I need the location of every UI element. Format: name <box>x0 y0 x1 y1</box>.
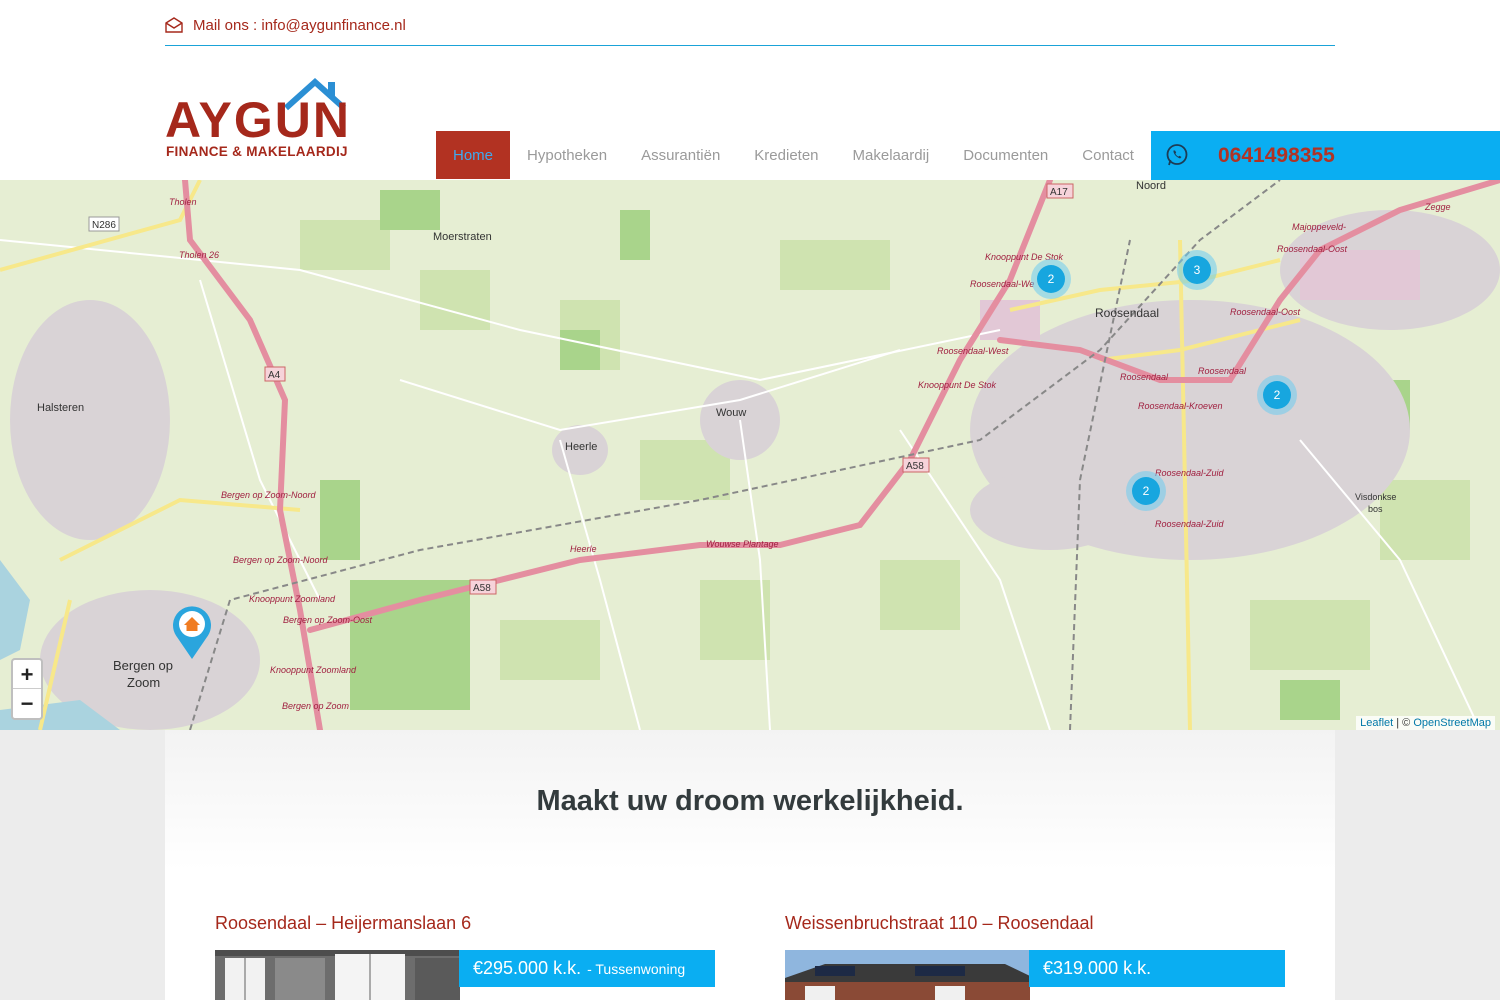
svg-text:Halsteren: Halsteren <box>37 402 84 414</box>
mail-link[interactable]: Mail ons : info@aygunfinance.nl <box>165 10 406 40</box>
nav-home[interactable]: Home <box>436 131 511 179</box>
cluster-count: 3 <box>1183 256 1211 284</box>
zoom-in-button[interactable]: + <box>13 660 41 689</box>
marker-cluster[interactable]: 2 <box>1257 375 1297 415</box>
logo-sub-text: FINANCE & MAKELAARDIJ <box>166 144 348 159</box>
svg-text:Tholen: Tholen <box>169 197 197 207</box>
listing-price-tag: €319.000 k.k. <box>1029 950 1285 987</box>
svg-text:Roosendaal-Kroeven: Roosendaal-Kroeven <box>1138 401 1223 411</box>
cluster-count: 2 <box>1263 381 1291 409</box>
svg-text:Roosendaal: Roosendaal <box>1095 306 1159 320</box>
svg-text:Noord: Noord <box>1136 180 1166 192</box>
nav-hypotheken[interactable]: Hypotheken <box>510 131 624 179</box>
svg-text:Bergen op Zoom: Bergen op Zoom <box>282 701 350 711</box>
svg-text:Roosendaal: Roosendaal <box>1120 372 1169 382</box>
map-zoom-control: + − <box>11 658 43 720</box>
svg-text:Bergen op Zoom-Noord: Bergen op Zoom-Noord <box>233 555 329 565</box>
listing-card[interactable]: Roosendaal – Heijermanslaan 6 €295.000 k… <box>195 895 735 1000</box>
svg-text:Heerle: Heerle <box>565 441 597 453</box>
svg-text:Zoom: Zoom <box>127 675 160 690</box>
svg-text:Wouw: Wouw <box>716 407 746 419</box>
osm-link[interactable]: OpenStreetMap <box>1413 717 1491 729</box>
nav-assurantien[interactable]: Assurantiën <box>624 131 737 179</box>
marker-cluster[interactable]: 2 <box>1031 259 1071 299</box>
nav-kredieten[interactable]: Kredieten <box>737 131 835 179</box>
listing-price-tag: €295.000 k.k. - Tussenwoning <box>459 950 715 987</box>
svg-text:Moerstraten: Moerstraten <box>433 231 492 243</box>
attribution-separator: | © <box>1393 717 1414 729</box>
mail-text: Mail ons : info@aygunfinance.nl <box>193 16 406 34</box>
nav-contact[interactable]: Contact <box>1065 131 1151 179</box>
svg-text:Bergen op Zoom-Oost: Bergen op Zoom-Oost <box>283 615 373 625</box>
svg-text:A4: A4 <box>268 370 281 381</box>
envelope-icon <box>165 17 183 33</box>
svg-text:A17: A17 <box>1050 187 1068 198</box>
nav-documenten[interactable]: Documenten <box>946 131 1065 179</box>
svg-text:Knooppunt Zoomland: Knooppunt Zoomland <box>249 594 336 604</box>
listing-price: €319.000 k.k. <box>1043 958 1152 978</box>
svg-text:Knooppunt De Stok: Knooppunt De Stok <box>918 380 997 390</box>
site-logo[interactable]: AYGUN FINANCE & MAKELAARDIJ <box>165 76 385 160</box>
svg-text:A58: A58 <box>473 583 491 594</box>
svg-text:Roosendaal: Roosendaal <box>1198 366 1247 376</box>
svg-text:Roosendaal-West: Roosendaal-West <box>937 346 1009 356</box>
marker-cluster[interactable]: 2 <box>1126 471 1166 511</box>
svg-text:Roosendaal-Zuid: Roosendaal-Zuid <box>1155 468 1225 478</box>
svg-text:Visdonkse: Visdonkse <box>1355 492 1396 502</box>
home-marker-icon[interactable] <box>171 604 213 660</box>
listing-title[interactable]: Roosendaal – Heijermanslaan 6 <box>215 913 471 934</box>
leaflet-link[interactable]: Leaflet <box>1360 717 1393 729</box>
nav-makelaardij[interactable]: Makelaardij <box>836 131 947 179</box>
svg-text:Wouwse Plantage: Wouwse Plantage <box>706 539 779 549</box>
svg-text:Roosendaal-We: Roosendaal-We <box>970 279 1034 289</box>
main-content: Maakt uw droom werkelijkheid. Roosendaal… <box>165 730 1335 1000</box>
svg-text:A58: A58 <box>906 461 924 472</box>
svg-text:Knooppunt Zoomland: Knooppunt Zoomland <box>270 665 357 675</box>
marker-cluster[interactable]: 3 <box>1177 250 1217 290</box>
whatsapp-icon <box>1166 144 1188 166</box>
svg-text:Roosendaal-Oost: Roosendaal-Oost <box>1230 307 1301 317</box>
map-attribution: Leaflet | © OpenStreetMap <box>1356 716 1495 730</box>
svg-text:Heerle: Heerle <box>570 544 597 554</box>
listing-type: - Tussenwoning <box>587 960 686 977</box>
svg-text:N286: N286 <box>92 220 116 231</box>
svg-text:Bergen op: Bergen op <box>113 658 173 673</box>
main-nav: Home Hypotheken Assurantiën Kredieten Ma… <box>436 131 1151 179</box>
svg-text:Zegge: Zegge <box>1424 202 1451 212</box>
svg-text:Roosendaal-Oost: Roosendaal-Oost <box>1277 244 1348 254</box>
listing-title[interactable]: Weissenbruchstraat 110 – Roosendaal <box>785 913 1094 934</box>
map-tiles[interactable]: N286 A4 A17 A58 A58 Moerstraten Halstere… <box>0 180 1500 730</box>
phone-button[interactable]: 0641498355 <box>1151 131 1500 180</box>
listing-price: €295.000 k.k. <box>473 958 582 978</box>
phone-number: 0641498355 <box>1218 144 1335 167</box>
cluster-count: 2 <box>1132 477 1160 505</box>
logo-main-text: AYGUN <box>165 92 351 148</box>
site-header: Mail ons : info@aygunfinance.nl AYGUN FI… <box>0 0 1500 180</box>
svg-text:Roosendaal-Zuid: Roosendaal-Zuid <box>1155 519 1225 529</box>
svg-text:Bergen op Zoom-Noord: Bergen op Zoom-Noord <box>221 490 317 500</box>
svg-text:Majoppeveld-: Majoppeveld- <box>1292 222 1346 232</box>
svg-text:bos: bos <box>1368 504 1383 514</box>
page-headline: Maakt uw droom werkelijkheid. <box>536 785 964 817</box>
svg-text:Tholen 26: Tholen 26 <box>179 250 219 260</box>
property-map[interactable]: N286 A4 A17 A58 A58 Moerstraten Halstere… <box>0 180 1500 730</box>
header-divider <box>165 45 1335 46</box>
listing-card[interactable]: Weissenbruchstraat 110 – Roosendaal €319… <box>765 895 1305 1000</box>
cluster-count: 2 <box>1037 265 1065 293</box>
listing-photo[interactable] <box>215 950 460 1000</box>
zoom-out-button[interactable]: − <box>13 689 41 718</box>
listing-photo[interactable] <box>785 950 1030 1000</box>
